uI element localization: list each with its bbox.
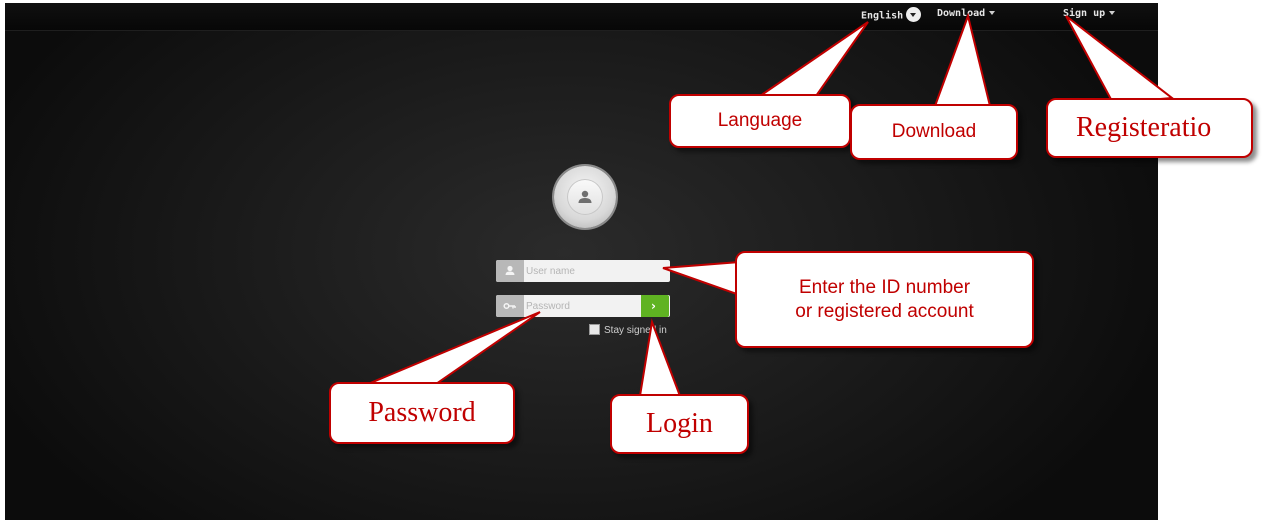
password-callout: Password — [329, 382, 515, 444]
language-pointer — [756, 21, 869, 97]
registration-callout-text: Registeratio — [1076, 112, 1212, 143]
password-pointer — [367, 311, 541, 385]
registration-callout: Registeratio — [1046, 98, 1253, 158]
id-callout: Enter the ID number or registered accoun… — [735, 251, 1034, 348]
login-callout: Login — [610, 394, 749, 454]
language-callout: Language — [669, 94, 851, 148]
download-callout-text: Download — [891, 121, 977, 142]
id-callout-line2: or registered account — [795, 300, 974, 322]
login-callout-text: Login — [646, 408, 713, 439]
download-callout: Download — [850, 104, 1018, 160]
id-callout-line1: Enter the ID number — [798, 276, 971, 298]
login-pointer — [638, 318, 682, 397]
registration-pointer — [1065, 15, 1175, 105]
language-callout-text: Language — [717, 110, 803, 131]
download-pointer — [933, 12, 992, 107]
password-callout-text: Password — [368, 397, 476, 428]
